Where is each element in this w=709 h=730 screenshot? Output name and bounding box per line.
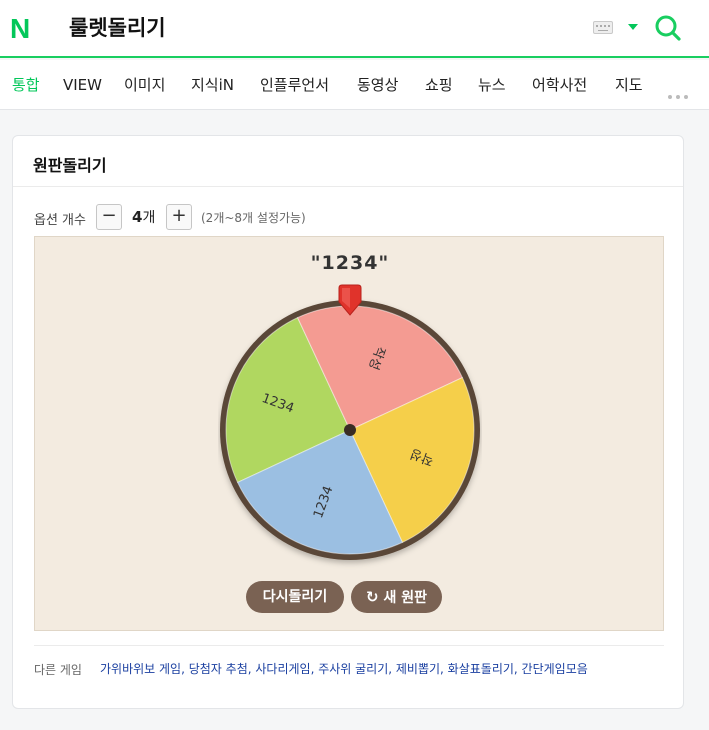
wheel-hub [344, 424, 356, 436]
more-icon[interactable] [668, 84, 692, 99]
keyboard-icon[interactable] [593, 21, 613, 34]
tab-shopping[interactable]: 쇼핑 [425, 76, 453, 94]
search-tabs: 통합 VIEW 이미지 지식iN 인플루언서 동영상 쇼핑 뉴스 어학사전 지도 [0, 60, 709, 110]
refresh-icon: ↻ [366, 588, 379, 606]
tab-map[interactable]: 지도 [615, 76, 643, 94]
tab-images[interactable]: 이미지 [124, 76, 165, 94]
new-wheel-label: 새 원판 [383, 590, 427, 606]
header: N 룰렛돌리기 [0, 0, 709, 58]
options-hint: (2개~8개 설정가능) [201, 211, 306, 225]
decrease-button[interactable]: − [96, 204, 122, 230]
search-query[interactable]: 룰렛돌리기 [69, 15, 166, 41]
option-count-unit: 개 [142, 210, 156, 226]
caret-down-icon[interactable] [628, 24, 638, 30]
roulette-wheel[interactable]: 1234작성작성1234 [218, 282, 482, 572]
other-games-links[interactable]: 가위바위보 게임, 당첨자 추첨, 사다리게임, 주사위 굴리기, 제비뽑기, … [100, 661, 660, 678]
respin-button[interactable]: 다시돌리기 [246, 581, 344, 613]
option-count-value: 4 [132, 208, 143, 226]
tab-influencer[interactable]: 인플루언서 [260, 76, 329, 94]
other-games-label: 다른 게임 [34, 663, 82, 677]
result-text: "1234" [310, 252, 390, 274]
option-count: 4개 [132, 207, 155, 227]
tab-integrated[interactable]: 통합 [12, 76, 40, 94]
divider [13, 186, 683, 187]
roulette-stage: "1234" 1234 작성 작성 1234 다시돌리기 ↻ 새 원판 [34, 236, 664, 631]
tab-kin[interactable]: 지식iN [191, 76, 234, 94]
tab-video[interactable]: 동영상 [357, 76, 398, 94]
tab-view[interactable]: VIEW [63, 76, 102, 94]
tab-news[interactable]: 뉴스 [478, 76, 506, 94]
divider [34, 645, 664, 646]
search-icon[interactable] [654, 14, 682, 42]
naver-logo[interactable]: N [10, 15, 30, 43]
roulette-card: 원판돌리기 옵션 개수 − 4개 + (2개~8개 설정가능) "1234" 1… [12, 135, 684, 709]
card-title: 원판돌리기 [33, 156, 107, 175]
new-wheel-button[interactable]: ↻ 새 원판 [351, 581, 442, 613]
options-label: 옵션 개수 [34, 213, 86, 228]
increase-button[interactable]: + [166, 204, 192, 230]
tab-dictionary[interactable]: 어학사전 [532, 76, 587, 94]
